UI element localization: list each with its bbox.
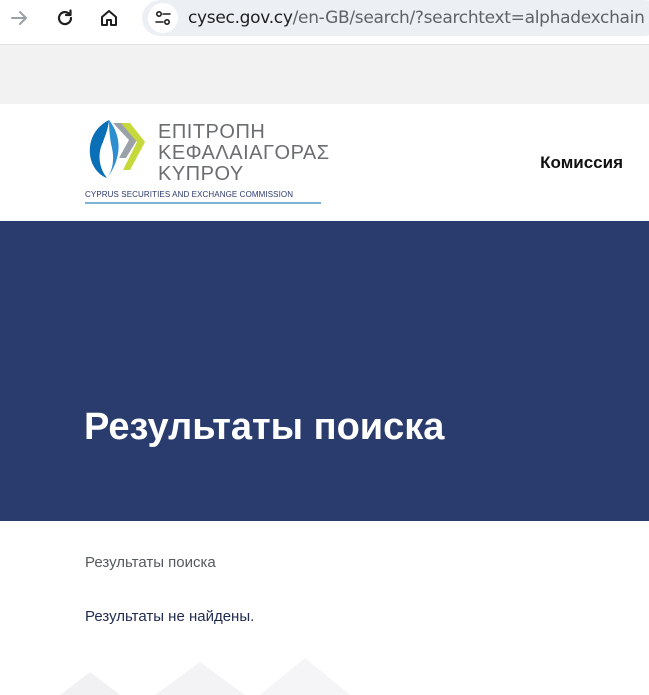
browser-toolbar: cysec.gov.cy/en-GB/search/?searchtext=al… [0, 0, 649, 37]
hero-banner [0, 221, 649, 521]
reload-icon [57, 9, 73, 26]
url-path: /en-GB/search/?searchtext=alphadexchain [292, 8, 645, 28]
decorative-shapes [60, 658, 350, 695]
site-info-button[interactable] [148, 3, 178, 33]
tune-icon [155, 10, 171, 26]
nav-link-commission[interactable]: Комиссия [540, 153, 623, 173]
page-title: Результаты поиска [84, 406, 445, 448]
logo-text-line1: ΕΠΙΤΡΟΠΗ [158, 121, 266, 143]
site-logo[interactable]: ΕΠΙΤΡΟΠΗ ΚΕΦΑΛΑΙΑΓΟΡΑΣ ΚΥΠΡΟΥ CYPRUS SEC… [85, 118, 329, 208]
address-bar[interactable]: cysec.gov.cy/en-GB/search/?searchtext=al… [142, 0, 649, 36]
logo-text-line2: ΚΕΦΑΛΑΙΑΓΟΡΑΣ [158, 142, 330, 164]
url-text[interactable]: cysec.gov.cy/en-GB/search/?searchtext=al… [188, 8, 645, 28]
home-icon [101, 10, 117, 26]
back-button[interactable] [4, 3, 34, 33]
url-host: cysec.gov.cy [188, 8, 293, 28]
arrow-left-icon [11, 11, 27, 25]
top-strip [0, 44, 649, 104]
no-results-message: Результаты не найдены. [85, 608, 255, 625]
logo-text-line3: ΚΥΠΡΟΥ [158, 163, 244, 185]
cysec-logo-icon [89, 120, 145, 178]
breadcrumb: Результаты поиска [85, 554, 216, 571]
home-button[interactable] [94, 3, 124, 33]
reload-button[interactable] [50, 3, 80, 33]
logo-subtitle: CYPRUS SECURITIES AND EXCHANGE COMMISSIO… [85, 190, 321, 204]
